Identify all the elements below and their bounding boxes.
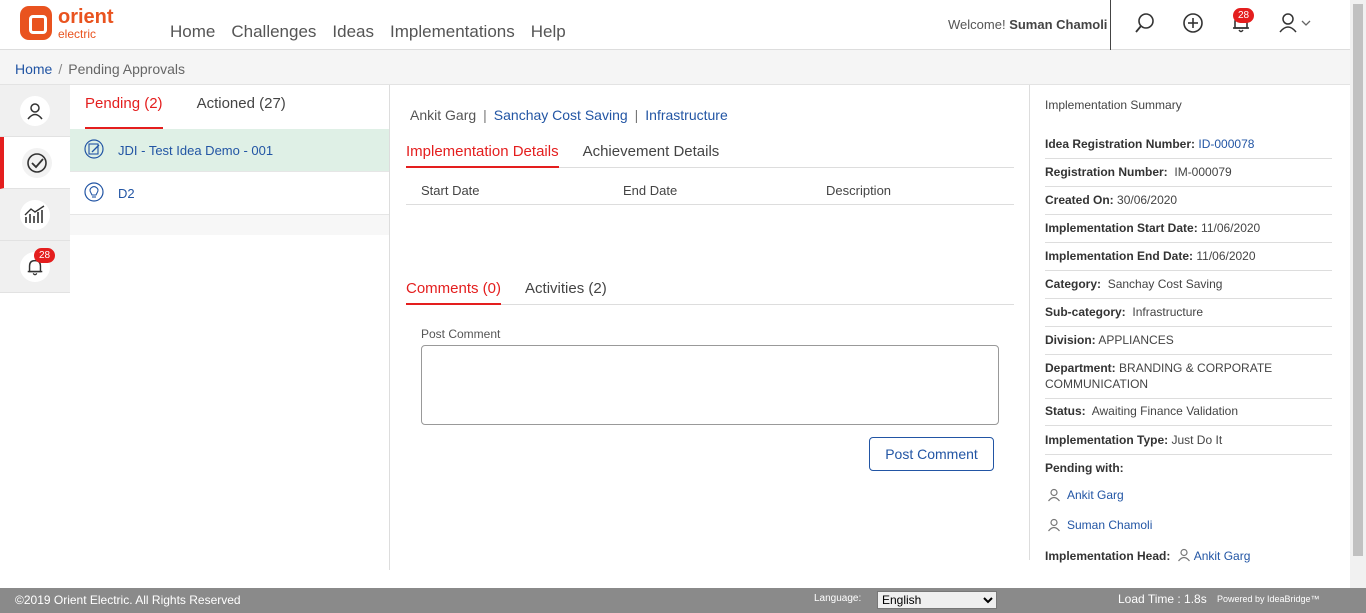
search-icon[interactable] bbox=[1134, 12, 1158, 36]
person-icon bbox=[1048, 488, 1060, 502]
breadcrumb-current: Pending Approvals bbox=[68, 61, 186, 77]
list-item-label: D2 bbox=[118, 185, 135, 201]
pending-person[interactable]: Ankit Garg bbox=[1047, 488, 1124, 502]
summary-type: Implementation Type: Just Do It bbox=[1045, 426, 1332, 455]
summary-reg: Registration Number: IM-000079 bbox=[1045, 158, 1332, 187]
language-label: Language: bbox=[814, 593, 862, 604]
implementation-head-link[interactable]: Ankit Garg bbox=[1194, 549, 1251, 563]
header-divider bbox=[1110, 0, 1111, 50]
tab-comments[interactable]: Comments (0) bbox=[406, 280, 502, 305]
detail-tabs: Implementation Details Achievement Detai… bbox=[406, 143, 1014, 168]
rail-profile[interactable] bbox=[0, 85, 70, 137]
idea-subcategory-link[interactable]: Infrastructure bbox=[645, 107, 727, 123]
user-name: Suman Chamoli bbox=[1009, 17, 1108, 32]
nav-home[interactable]: Home bbox=[170, 22, 215, 42]
summary-division: Division: APPLIANCES bbox=[1045, 326, 1332, 355]
summary-end: Implementation End Date: 11/06/2020 bbox=[1045, 242, 1332, 271]
footer: ©2019 Orient Electric. All Rights Reserv… bbox=[0, 588, 1366, 613]
person-icon bbox=[1178, 548, 1191, 562]
check-circle-icon bbox=[22, 147, 52, 178]
orient-electric-logo[interactable]: orient electric bbox=[20, 6, 114, 40]
breadcrumb: Home / Pending Approvals bbox=[0, 50, 1350, 85]
comment-tabs: Comments (0) Activities (2) bbox=[406, 280, 1014, 305]
idea-meta: Ankit Garg | Sanchay Cost Saving | Infrastru… bbox=[410, 107, 728, 123]
tab-activities[interactable]: Activities (2) bbox=[525, 280, 607, 304]
summary-subcategory: Sub-category: Infrastructure bbox=[1045, 298, 1332, 327]
nav-ideas[interactable]: Ideas bbox=[332, 22, 374, 42]
list-item[interactable]: D2 bbox=[70, 172, 389, 215]
detail-pane: Ankit Garg | Sanchay Cost Saving | Infrastru… bbox=[391, 85, 1029, 570]
summary-head: Implementation Head: Ankit Garg bbox=[1045, 548, 1251, 563]
summary-created: Created On: 30/06/2020 bbox=[1045, 186, 1332, 215]
tab-implementation-details[interactable]: Implementation Details bbox=[406, 143, 559, 168]
left-rail: 28 bbox=[0, 85, 70, 293]
list-item-label: JDI - Test Idea Demo - 001 bbox=[118, 142, 274, 158]
col-start-date: Start Date bbox=[421, 183, 480, 198]
col-description: Description bbox=[826, 183, 892, 198]
post-comment-button[interactable]: Post Comment bbox=[869, 437, 994, 471]
copyright: ©2019 Orient Electric. All Rights Reserv… bbox=[15, 593, 241, 607]
implementation-table-header: Start Date End Date Description bbox=[406, 177, 1014, 205]
add-idea-icon[interactable] bbox=[1182, 12, 1206, 36]
logo-name: orient bbox=[58, 5, 114, 28]
summary-start: Implementation Start Date: 11/06/2020 bbox=[1045, 214, 1332, 243]
vertical-scrollbar[interactable] bbox=[1350, 0, 1366, 588]
powered-by: Powered by IdeaBridge™ bbox=[1217, 594, 1320, 604]
rail-notification-badge: 28 bbox=[34, 248, 56, 263]
col-end-date: End Date bbox=[623, 183, 678, 198]
scrollbar-thumb[interactable] bbox=[1353, 4, 1363, 556]
pending-person-name[interactable]: Ankit Garg bbox=[1067, 488, 1124, 502]
idea-category-link[interactable]: Sanchay Cost Saving bbox=[494, 107, 628, 123]
rail-approvals[interactable] bbox=[0, 137, 70, 189]
tab-achievement-details[interactable]: Achievement Details bbox=[583, 143, 720, 167]
summary-title: Implementation Summary bbox=[1045, 98, 1182, 112]
logo-sub: electric bbox=[58, 26, 97, 41]
nav-implementations[interactable]: Implementations bbox=[390, 22, 515, 42]
nav-help[interactable]: Help bbox=[531, 22, 566, 42]
list-tabs: Pending (2) Actioned (27) bbox=[70, 85, 389, 129]
tab-actioned[interactable]: Actioned (27) bbox=[197, 95, 286, 129]
load-time: Load Time : 1.8s bbox=[1118, 592, 1207, 606]
main-nav: Home Challenges Ideas Implementations He… bbox=[170, 22, 582, 42]
comment-textarea[interactable] bbox=[421, 345, 999, 425]
pending-list-pane: Pending (2) Actioned (27) JDI - Test Ide… bbox=[70, 85, 390, 570]
post-comment-label: Post Comment bbox=[421, 327, 501, 341]
idea-reg-link[interactable]: ID-000078 bbox=[1198, 137, 1254, 151]
person-icon bbox=[1048, 518, 1060, 532]
notification-badge: 28 bbox=[1233, 8, 1255, 23]
list-spacer bbox=[70, 215, 389, 235]
pending-person-name[interactable]: Suman Chamoli bbox=[1067, 518, 1152, 532]
chart-icon bbox=[20, 199, 50, 230]
idea-owner: Ankit Garg bbox=[410, 107, 477, 123]
edit-idea-icon bbox=[84, 138, 104, 162]
summary-department: Department: BRANDING & CORPORATE COMMUNI… bbox=[1045, 354, 1332, 399]
tab-pending[interactable]: Pending (2) bbox=[85, 95, 163, 129]
lightbulb-icon bbox=[84, 181, 104, 205]
welcome-text: Welcome! Suman Chamoli bbox=[948, 17, 1108, 32]
rail-notifications[interactable]: 28 bbox=[0, 241, 70, 293]
logo-mark-icon bbox=[20, 6, 52, 40]
top-header: orient electric Home Challenges Ideas Im… bbox=[0, 0, 1350, 50]
language-select[interactable]: English bbox=[877, 591, 997, 609]
summary-category: Category: Sanchay Cost Saving bbox=[1045, 270, 1332, 299]
breadcrumb-home[interactable]: Home bbox=[15, 61, 52, 77]
summary-idea-reg: Idea Registration Number: ID-000078 bbox=[1045, 130, 1332, 159]
implementation-summary: Implementation Summary Idea Registration… bbox=[1029, 85, 1350, 563]
nav-challenges[interactable]: Challenges bbox=[231, 22, 316, 42]
user-menu-icon[interactable] bbox=[1278, 12, 1311, 36]
summary-pending-with: Pending with: bbox=[1045, 461, 1124, 475]
summary-status: Status: Awaiting Finance Validation bbox=[1045, 397, 1332, 426]
pending-person[interactable]: Suman Chamoli bbox=[1047, 518, 1152, 532]
profile-icon bbox=[20, 95, 50, 126]
list-item[interactable]: JDI - Test Idea Demo - 001 bbox=[70, 129, 389, 172]
rail-reports[interactable] bbox=[0, 189, 70, 241]
